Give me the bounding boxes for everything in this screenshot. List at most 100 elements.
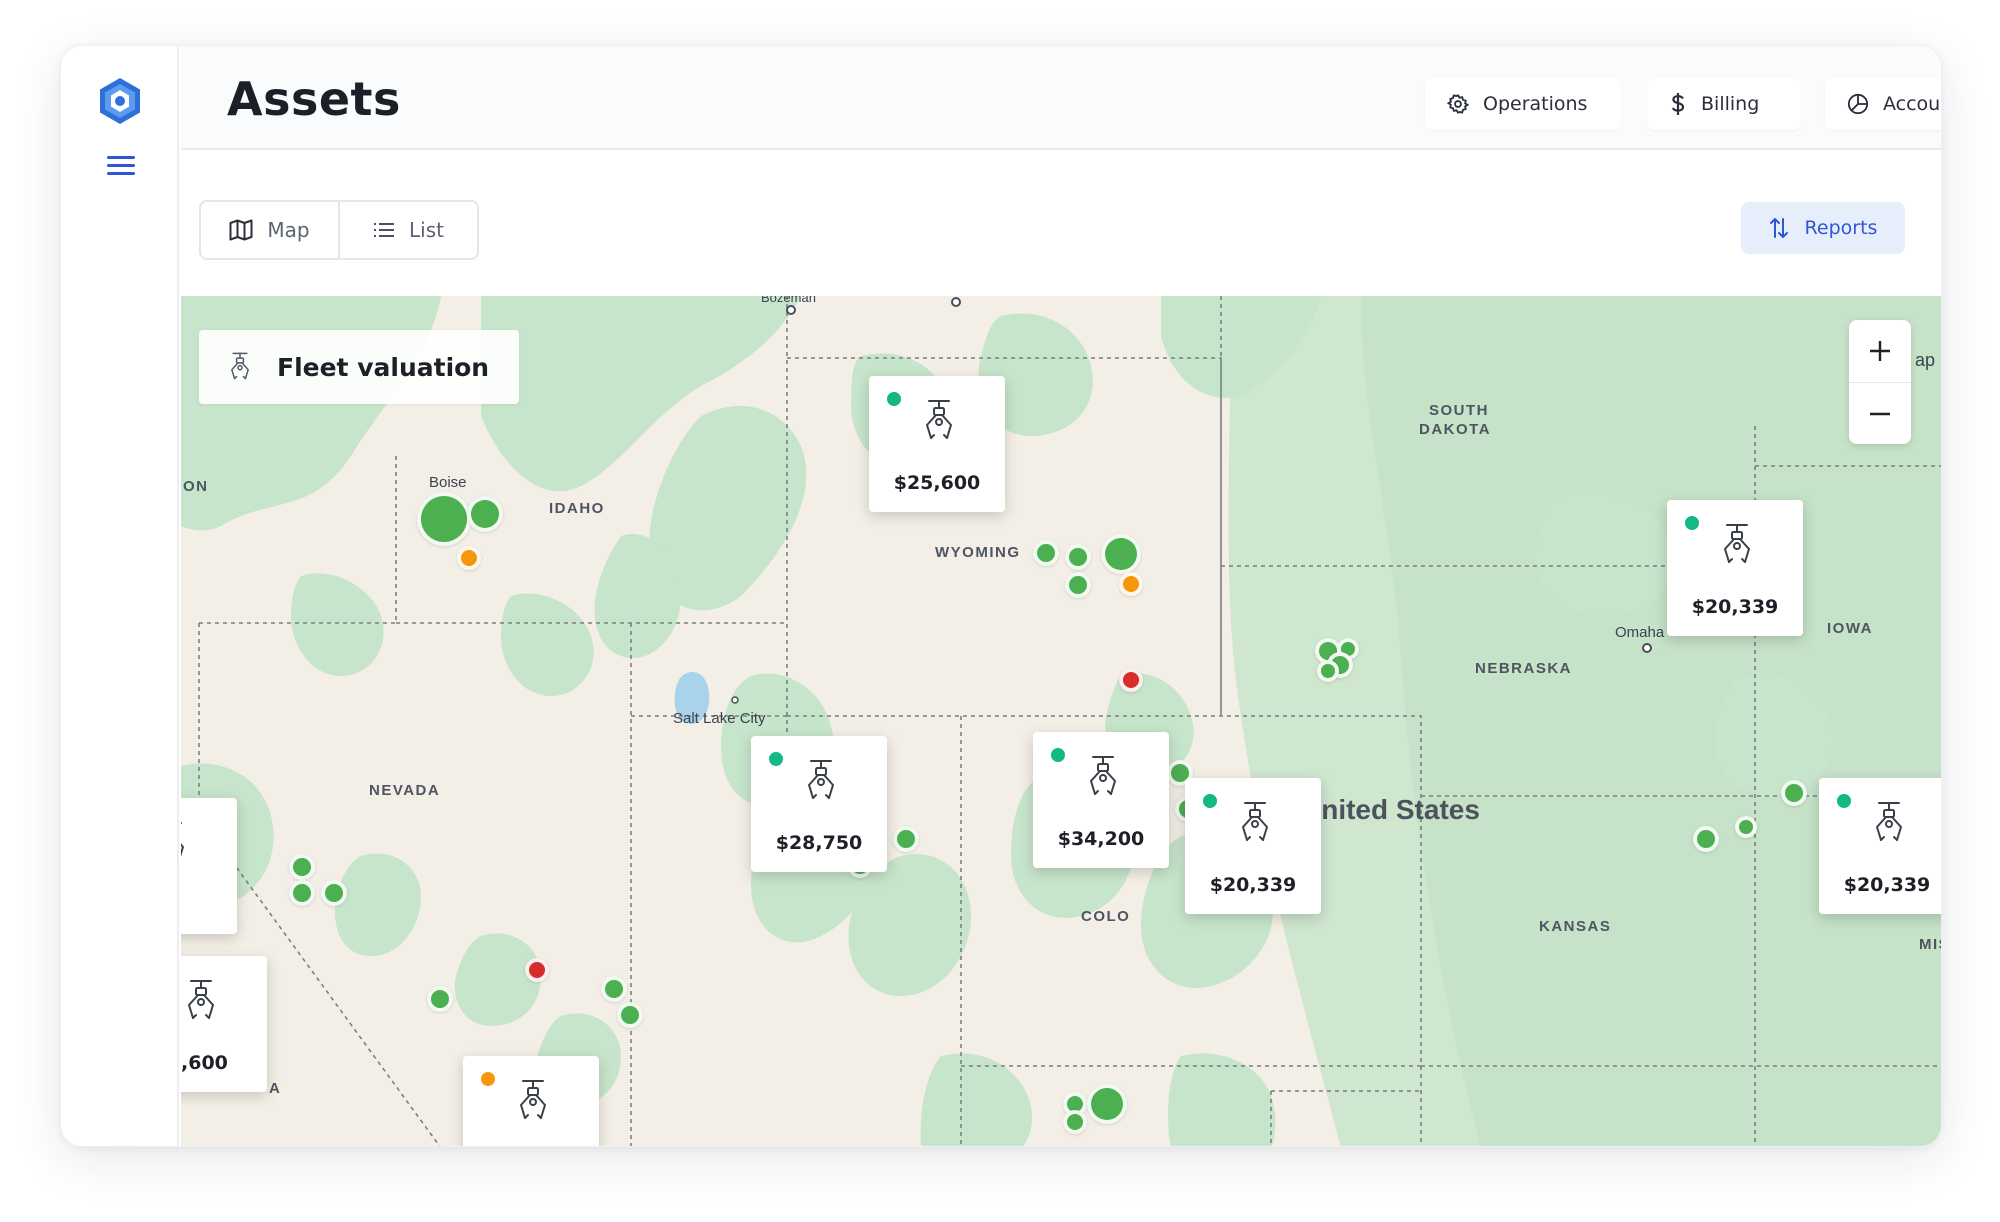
list-view-tab[interactable]: List — [338, 202, 477, 258]
pie-chart-icon — [1847, 93, 1869, 115]
page-title: Assets — [227, 72, 401, 126]
asset-marker[interactable] — [1119, 668, 1143, 692]
asset-marker[interactable] — [601, 976, 627, 1002]
excavator-grapple-icon — [1724, 524, 1750, 563]
city-label-salt-lake-city: Salt Lake City — [673, 710, 766, 727]
asset-marker[interactable] — [1101, 534, 1141, 574]
asset-marker[interactable] — [427, 986, 453, 1012]
excavator-grapple-icon — [1090, 756, 1116, 795]
asset-card[interactable]: $28,750 — [751, 736, 887, 872]
state-label-iowa: IOWA — [1827, 620, 1873, 637]
map-view-label: Map — [267, 218, 310, 242]
status-dot — [887, 392, 901, 406]
asset-marker[interactable] — [893, 826, 919, 852]
reports-button[interactable]: Reports — [1741, 202, 1905, 254]
city-label-omaha: Omaha — [1615, 624, 1665, 641]
accounting-label: Accounting — [1883, 93, 1941, 115]
asset-map[interactable]: Bozeman Boise IDAHO ON WYOMING SOUTH DAK… — [181, 296, 1941, 1146]
state-label-missouri-partial: MIS — [1919, 936, 1941, 953]
zoom-in-button[interactable] — [1849, 320, 1911, 382]
asset-value: $34,200 — [1057, 828, 1145, 850]
status-dot — [1051, 748, 1065, 762]
list-view-label: List — [409, 218, 444, 242]
asset-marker[interactable] — [525, 958, 549, 982]
asset-value: $20,339 — [1843, 874, 1931, 896]
gear-icon — [1447, 94, 1469, 114]
asset-marker[interactable] — [289, 880, 315, 906]
asset-marker[interactable] — [1119, 572, 1143, 596]
state-label-arizona-partial: A — [269, 1080, 282, 1097]
state-label-idaho: IDAHO — [549, 500, 605, 517]
state-label-oregon-partial: ON — [183, 478, 209, 495]
asset-card[interactable]: 0 — [181, 798, 237, 934]
asset-marker[interactable] — [1087, 1084, 1127, 1124]
asset-value: $20,339 — [1691, 596, 1779, 618]
minus-icon — [1870, 412, 1890, 415]
asset-marker[interactable] — [1063, 1110, 1087, 1134]
dollar-icon — [1671, 93, 1685, 115]
asset-card[interactable]: $25,600 — [869, 376, 1005, 512]
page-header: Assets Operations Billing Accounting — [181, 46, 1941, 150]
asset-value: ,600 — [181, 1052, 228, 1074]
asset-marker[interactable] — [617, 1002, 643, 1028]
fleet-valuation-panel: Fleet valuation — [199, 330, 519, 404]
state-label-dakota: DAKOTA — [1419, 421, 1492, 438]
asset-value: $25,600 — [893, 472, 981, 494]
billing-label: Billing — [1701, 93, 1760, 115]
asset-card[interactable]: ,600 — [181, 956, 267, 1092]
status-dot — [769, 752, 783, 766]
asset-marker[interactable] — [321, 880, 347, 906]
list-icon — [374, 223, 395, 237]
excavator-grapple-icon — [926, 400, 952, 439]
excavator-grapple-icon — [1242, 802, 1268, 841]
state-label-wyoming: WYOMING — [935, 544, 1021, 561]
reports-label: Reports — [1804, 217, 1878, 239]
excavator-grapple-icon — [231, 352, 249, 380]
asset-marker[interactable] — [457, 546, 481, 570]
excavator-grapple-icon — [808, 760, 834, 799]
map-view-tab[interactable]: Map — [201, 202, 338, 258]
state-label-south: SOUTH — [1429, 402, 1489, 419]
accounting-button[interactable]: Accounting — [1825, 78, 1941, 130]
asset-marker[interactable] — [467, 496, 503, 532]
asset-marker[interactable] — [1065, 572, 1091, 598]
asset-card[interactable]: $20,339 — [1667, 500, 1803, 636]
city-label-bozeman: Bozeman — [761, 296, 816, 305]
asset-marker[interactable] — [1317, 660, 1339, 682]
asset-value: $28,750 — [775, 832, 863, 854]
asset-marker[interactable] — [1781, 780, 1807, 806]
asset-marker[interactable] — [1735, 816, 1757, 838]
asset-marker[interactable] — [417, 492, 471, 546]
map-icon — [229, 219, 253, 241]
plus-icon — [1870, 341, 1890, 361]
billing-button[interactable]: Billing — [1647, 78, 1801, 130]
country-label-united-states: United States — [1301, 794, 1480, 825]
asset-marker[interactable] — [1065, 544, 1091, 570]
excavator-grapple-icon — [520, 1080, 546, 1119]
sidebar — [61, 46, 179, 1146]
zoom-controls — [1849, 320, 1911, 444]
asset-card[interactable]: $20,339 — [1819, 778, 1941, 914]
operations-button[interactable]: Operations — [1425, 78, 1621, 130]
status-dot — [1203, 794, 1217, 808]
hamburger-menu-icon[interactable] — [107, 156, 135, 176]
city-label-partial: ap — [1915, 350, 1936, 370]
asset-card[interactable]: $34,200 — [1033, 732, 1169, 868]
app-logo-icon[interactable] — [97, 76, 143, 126]
asset-value: 0 — [181, 894, 237, 916]
excavator-grapple-icon — [181, 822, 184, 857]
asset-card[interactable] — [463, 1056, 599, 1146]
status-dot — [481, 1072, 495, 1086]
status-dot — [1837, 794, 1851, 808]
asset-card[interactable]: $20,339 — [1185, 778, 1321, 914]
sort-arrows-icon — [1769, 218, 1788, 238]
state-label-nebraska: NEBRASKA — [1475, 660, 1573, 677]
asset-marker[interactable] — [289, 854, 315, 880]
asset-marker[interactable] — [1693, 826, 1719, 852]
excavator-grapple-icon — [188, 980, 214, 1019]
zoom-out-button[interactable] — [1849, 382, 1911, 444]
operations-label: Operations — [1483, 93, 1588, 115]
asset-marker[interactable] — [1033, 540, 1059, 566]
city-label-boise: Boise — [429, 474, 467, 491]
state-label-kansas: KANSAS — [1539, 918, 1612, 935]
